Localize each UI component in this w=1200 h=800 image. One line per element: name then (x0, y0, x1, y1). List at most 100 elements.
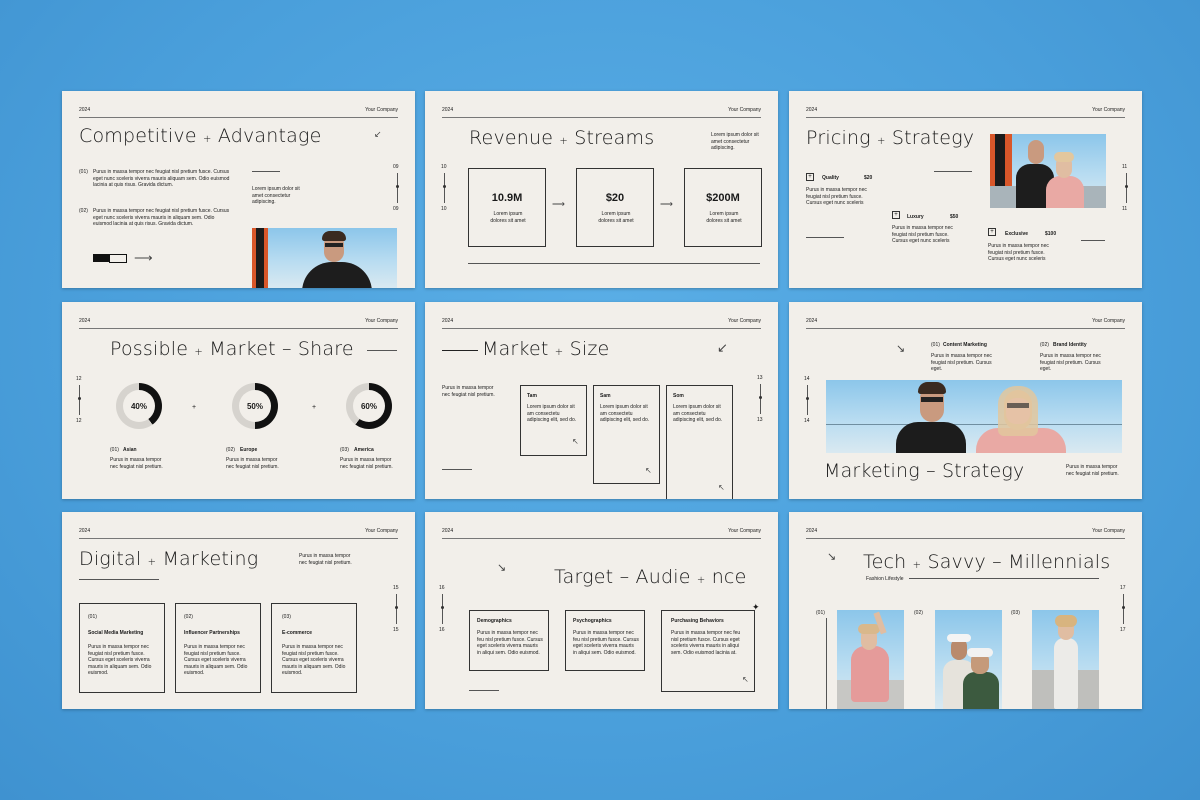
photo-rule (826, 618, 827, 709)
region-desc: Purus in massa tempor nec feugiat nisl p… (110, 457, 163, 470)
page-dot (806, 397, 809, 400)
card-desc: Purus in massa tempor nec feu nisl preti… (671, 630, 741, 656)
card-title: Psychographics (573, 618, 612, 624)
intro-text: Purus in massa tempor nec feugiat nisl p… (442, 385, 495, 398)
intro-text: Purus in massa tempor nec feugiat nisl p… (299, 553, 352, 566)
company-label: Your Company (728, 318, 761, 324)
page-rule (397, 173, 398, 203)
page-number: 15 (393, 627, 399, 633)
slide-title: Marketing – Strategy (824, 460, 1025, 482)
region-desc: Purus in massa tempor nec feugiat nisl p… (226, 457, 279, 470)
stat-desc: Lorem ipsum dolores sit amet (598, 211, 634, 224)
tier-desc: Purus in massa tempor nec feugiat nisl p… (988, 243, 1049, 262)
stat-card: $200M Lorem ipsum dolores sit amet (684, 168, 762, 247)
page-number: 15 (393, 585, 399, 591)
donut-value: 50% (239, 390, 271, 422)
slide-header: 2024 Your Company (79, 528, 398, 539)
divider (442, 469, 472, 470)
arrow-diagonal-icon: ↘ (896, 343, 906, 355)
slide-target-audience[interactable]: 2024 Your Company ↘ Target – Audie + nce … (425, 512, 778, 709)
card-title: Influencer Partnerships (184, 630, 240, 636)
tier-name: Exclusive (1005, 231, 1029, 237)
slide-digital-marketing[interactable]: 2024 Your Company Digital + Marketing Pur… (62, 512, 415, 709)
divider (252, 171, 280, 172)
slide-tech-savvy-millennials[interactable]: 2024 Your Company ↘ Tech + Savvy – Millen… (789, 512, 1142, 709)
stat-value: 10.9M (491, 192, 523, 204)
card-number: (03) (282, 614, 291, 620)
card-desc: Purus in massa tempor nec feugiat nisl p… (282, 644, 346, 676)
year-label: 2024 (806, 318, 818, 324)
couple-photo (990, 134, 1106, 208)
region-number: (03) (340, 447, 349, 453)
divider (1081, 240, 1105, 241)
donut-value: 40% (123, 390, 155, 422)
region-name: Europe (240, 447, 258, 453)
progress-fill (93, 254, 109, 262)
donut-value: 60% (353, 390, 385, 422)
side-text: Purus in massa tempor nec feugiat nisl p… (1066, 464, 1119, 477)
year-label: 2024 (442, 318, 454, 324)
slide-competitive-advantage[interactable]: 2024 Your Company Competitive + Advantage… (62, 91, 415, 288)
page-number: 10 (441, 164, 447, 170)
page-rule (442, 594, 443, 624)
card-number: (01) (88, 614, 97, 620)
card-desc: Purus in massa tempor nec feugiat nisl p… (88, 644, 152, 676)
page-rule (396, 594, 397, 624)
donut-chart: 40% (116, 383, 162, 429)
page-dot (1125, 185, 1128, 188)
page-rule (807, 385, 808, 415)
company-label: Your Company (1092, 318, 1125, 324)
company-label: Your Company (365, 528, 398, 534)
slide-title: Revenue + Streams (469, 127, 655, 149)
page-rule (1123, 594, 1124, 624)
arrow-diagonal-icon: ↙ (374, 129, 382, 139)
market-card: Som Lorem ipsum dolor sit am consectetu … (666, 385, 733, 499)
company-label: Your Company (1092, 107, 1125, 113)
year-label: 2024 (79, 107, 91, 113)
audience-card: Demographics Purus in massa tempor nec f… (469, 610, 549, 671)
page-number: 13 (757, 375, 763, 381)
page-dot (396, 185, 399, 188)
card-title: E-commerce (282, 630, 313, 636)
plus-icon: + (192, 404, 197, 411)
market-card: Sam Lorem ipsum dolor sit am consectetu … (593, 385, 660, 484)
card-number: (02) (184, 614, 193, 620)
plus-icon: + (988, 228, 996, 236)
stat-value: $20 (605, 192, 625, 204)
audience-card: Purchasing Behaviors Purus in massa temp… (661, 610, 755, 692)
company-label: Your Company (365, 107, 398, 113)
slide-market-size[interactable]: 2024 Your Company Market + Size ↙ Purus i… (425, 302, 778, 499)
fashion-photo-3 (1032, 610, 1099, 709)
item-title: Content Marketing (943, 342, 987, 348)
item-desc: Purus in massa tempor nec feugiat nisl p… (931, 353, 992, 372)
page-number: 12 (76, 376, 82, 382)
photo-number: (03) (1011, 610, 1020, 616)
page-number: 10 (441, 206, 447, 212)
page-number: 14 (804, 376, 810, 382)
photo-number: (01) (816, 610, 825, 616)
tier-price: $50 (950, 214, 959, 220)
page-dot (759, 396, 762, 399)
slide-title: Market + Size (482, 338, 610, 360)
donut-chart: 60% (346, 383, 392, 429)
slide-title: Pricing + Strategy (806, 127, 975, 149)
region-name: America (354, 447, 374, 453)
card-title: Purchasing Behaviors (671, 618, 724, 624)
stat-desc: Lorem ipsum dolores sit amet (706, 211, 742, 224)
slide-possible-market-share[interactable]: 2024 Your Company Possible + Market – Sha… (62, 302, 415, 499)
arrow-diagonal-icon: ↘ (497, 562, 507, 574)
item-desc: Purus in massa tempor nec feugiat nisl p… (1040, 353, 1101, 372)
slide-title: Possible + Market – Share (110, 338, 354, 360)
arrow-right-icon[interactable]: ⟶ (134, 250, 153, 266)
page-rule (79, 385, 80, 415)
card-desc: Purus in massa tempor nec feu nisl preti… (477, 630, 543, 656)
card-desc: Lorem ipsum dolor sit am consectetu adip… (527, 404, 577, 423)
slide-header: 2024 Your Company (442, 528, 761, 539)
region-number: (02) (226, 447, 235, 453)
slide-revenue-streams[interactable]: 2024 Your Company Revenue + Streams Lorem… (425, 91, 778, 288)
slide-pricing-strategy[interactable]: 2024 Your Company Pricing + Strategy 11 1… (789, 91, 1142, 288)
stat-card: $20 Lorem ipsum dolores sit amet (576, 168, 654, 247)
slide-marketing-strategy[interactable]: 2024 Your Company ↘ (01) Content Marketin… (789, 302, 1142, 499)
divider (934, 171, 972, 172)
tier-price: $100 (1045, 231, 1057, 237)
